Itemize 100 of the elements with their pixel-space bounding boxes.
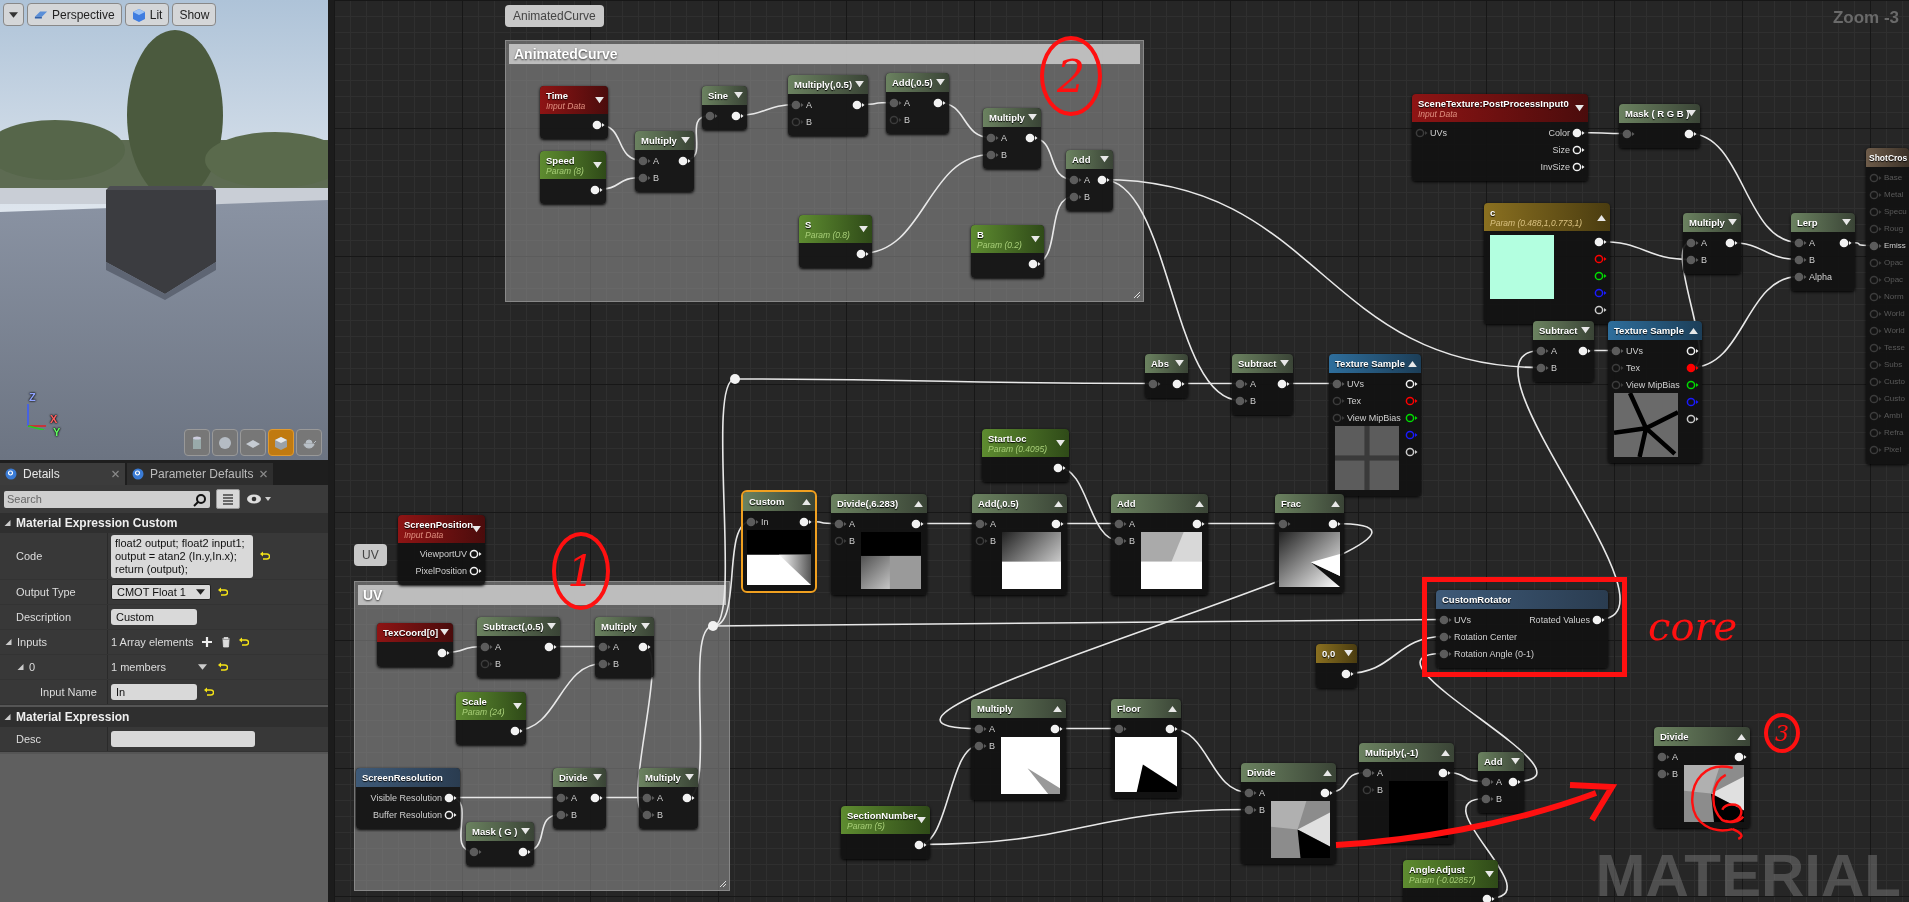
caret-icon[interactable] <box>1485 870 1494 878</box>
caret-icon[interactable] <box>1842 219 1851 226</box>
text-field[interactable]: Custom <box>111 609 197 625</box>
pin-icon[interactable] <box>1734 751 1747 762</box>
caret-icon[interactable] <box>1689 327 1698 334</box>
expand-arrow-icon[interactable] <box>16 663 25 671</box>
caret-icon[interactable] <box>1511 758 1520 765</box>
graph-node[interactable]: Multiply A B <box>639 768 698 829</box>
graph-node[interactable]: Abs <box>1145 354 1188 398</box>
graph-node[interactable]: StartLoc Param (0.4095) <box>982 429 1069 482</box>
graph-node[interactable]: Divide A B <box>1241 763 1336 864</box>
pin-icon[interactable] <box>1053 462 1066 473</box>
graph-node[interactable]: Lerp A B Alpha <box>1791 213 1855 291</box>
pin-icon[interactable] <box>852 99 865 110</box>
caret-icon[interactable] <box>1441 749 1450 756</box>
pin-icon[interactable] <box>444 809 457 820</box>
pin-icon[interactable] <box>592 119 605 130</box>
graph-node[interactable]: SceneTexture:PostProcessInput0 Input Data UVs Color Size InvSize <box>1412 94 1588 181</box>
graph-node[interactable]: c Param (0.488,1,0.773,1) <box>1484 203 1610 324</box>
pin-icon[interactable] <box>1725 237 1738 248</box>
graph-node[interactable]: Multiply(,0.5) A B <box>788 75 868 136</box>
pin-icon[interactable] <box>911 518 924 529</box>
caret-icon[interactable] <box>1195 500 1204 507</box>
caret-icon[interactable] <box>1575 104 1584 112</box>
graph-node[interactable]: SectionNumber Param (5) <box>841 806 930 859</box>
search-field[interactable]: Search <box>4 490 210 508</box>
caret-icon[interactable] <box>914 500 923 507</box>
caret-icon[interactable] <box>859 225 868 233</box>
graph-node[interactable]: Add A B <box>1478 752 1524 813</box>
caret-icon[interactable] <box>593 161 602 169</box>
caret-icon[interactable] <box>440 629 449 636</box>
caret-icon[interactable] <box>472 525 481 533</box>
pin-icon[interactable] <box>590 792 603 803</box>
caret-icon[interactable] <box>1331 500 1340 507</box>
caret-icon[interactable] <box>1100 156 1109 163</box>
graph-node[interactable]: Divide A B <box>1654 727 1750 828</box>
pin-icon[interactable] <box>933 97 946 108</box>
pin-icon[interactable] <box>1594 304 1607 315</box>
pin-icon[interactable] <box>1438 767 1451 778</box>
trash-icon[interactable] <box>219 636 232 648</box>
comment-bubble[interactable]: UV <box>354 544 387 566</box>
pin-icon[interactable] <box>1686 413 1699 424</box>
pin-icon[interactable] <box>544 641 557 652</box>
caret-icon[interactable] <box>641 623 650 630</box>
section-header[interactable]: Material Expression Custom <box>0 513 328 533</box>
pin-icon[interactable] <box>1097 174 1110 185</box>
pin-icon[interactable] <box>1594 236 1607 247</box>
caret-icon[interactable] <box>1737 733 1746 740</box>
pin-icon[interactable] <box>731 110 744 121</box>
graph-node[interactable]: CustomRotator UVs Rotated Values Rotation Center Rotation Angle (0-1) <box>1436 590 1608 668</box>
pin-icon[interactable] <box>1686 379 1699 390</box>
graph-node[interactable]: Multiply A B <box>595 617 654 678</box>
pin-icon[interactable] <box>518 846 531 857</box>
caret-icon[interactable] <box>734 92 743 99</box>
graph-node[interactable]: B Param (0.2) <box>971 225 1044 278</box>
pin-icon[interactable] <box>1508 776 1521 787</box>
reset-icon[interactable] <box>238 637 249 647</box>
pin-icon[interactable] <box>1405 378 1418 389</box>
graph-canvas[interactable] <box>334 0 1909 902</box>
pin-icon[interactable] <box>1839 237 1852 248</box>
graph-node[interactable]: AngleAdjust Param (-0.02857) <box>1403 860 1498 902</box>
caret-icon[interactable] <box>547 623 556 630</box>
pin-icon[interactable] <box>1405 446 1418 457</box>
pin-icon[interactable] <box>1592 614 1605 625</box>
pin-icon[interactable] <box>510 725 523 736</box>
pin-icon[interactable] <box>444 792 457 803</box>
caret-icon[interactable] <box>198 663 207 671</box>
caret-icon[interactable] <box>802 498 811 505</box>
caret-icon[interactable] <box>917 816 926 824</box>
caret-icon[interactable] <box>855 81 864 88</box>
pin-icon[interactable] <box>1025 132 1038 143</box>
graph-node[interactable]: Multiply A B <box>635 131 694 192</box>
pin-icon[interactable] <box>1572 161 1585 172</box>
panel-tab[interactable]: Details <box>0 463 125 485</box>
close-icon[interactable] <box>259 470 269 478</box>
resize-grip-icon[interactable] <box>1131 289 1141 299</box>
code-field[interactable]: float2 output; float2 input1; output = atan2 (In.y,In.x); return (output); <box>111 534 253 578</box>
reset-icon[interactable] <box>218 662 228 672</box>
graph-node[interactable]: Texture Sample UVs Tex View MipBias <box>1608 321 1702 463</box>
caret-icon[interactable] <box>685 774 694 781</box>
graph-node[interactable]: Mask ( R G B ) <box>1619 104 1700 148</box>
graph-node[interactable]: Multiply(,-1) A B <box>1359 743 1454 844</box>
pin-icon[interactable] <box>437 647 450 658</box>
pin-icon[interactable] <box>590 184 603 195</box>
pin-icon[interactable] <box>469 548 482 559</box>
viewport-menu-button[interactable] <box>3 3 24 26</box>
perspective-button[interactable]: Perspective <box>27 3 122 26</box>
graph-node[interactable]: ScreenResolution Visible Resolution Buffer Resolution <box>356 768 460 829</box>
pin-icon[interactable] <box>1686 345 1699 356</box>
view-options-button[interactable] <box>216 489 240 509</box>
caret-icon[interactable] <box>681 137 690 144</box>
pin-icon[interactable] <box>678 155 691 166</box>
pin-icon[interactable] <box>1172 378 1185 389</box>
text-field[interactable]: In <box>111 684 197 700</box>
pin-icon[interactable] <box>1028 258 1041 269</box>
graph-node[interactable]: S Param (0.8) <box>799 215 872 268</box>
graph-node[interactable]: Mask ( G ) <box>466 822 534 866</box>
pin-icon[interactable] <box>856 248 869 259</box>
caret-icon[interactable] <box>1687 110 1696 117</box>
caret-icon[interactable] <box>1175 360 1184 367</box>
